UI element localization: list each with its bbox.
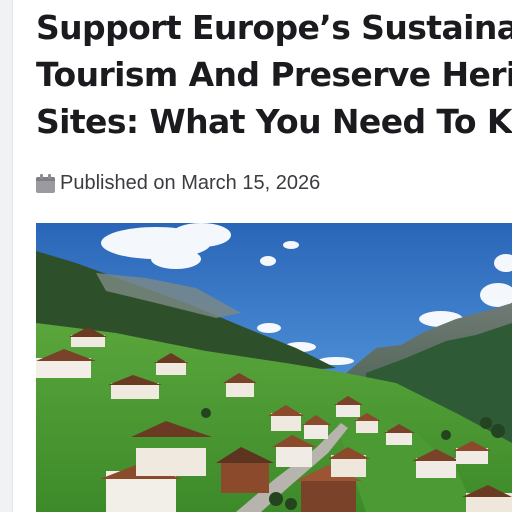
hero-image	[36, 223, 512, 512]
published-prefix: Published on	[60, 171, 176, 194]
published-text: Published on March 15, 2026	[60, 172, 320, 195]
calendar-icon	[36, 173, 55, 193]
article: Support Europe’s Sustainable Tourism And…	[36, 0, 512, 512]
published-date: March 15, 2026	[181, 171, 321, 194]
article-title: Support Europe’s Sustainable Tourism And…	[36, 4, 512, 145]
left-gutter	[0, 0, 13, 512]
published-meta: Published on March 15, 2026	[36, 170, 320, 196]
title-line-3: Sites: What You Need To Know	[36, 102, 512, 141]
title-line-1: Support Europe’s Sustainable	[36, 8, 512, 47]
title-line-2: Tourism And Preserve Heritage	[36, 55, 512, 94]
